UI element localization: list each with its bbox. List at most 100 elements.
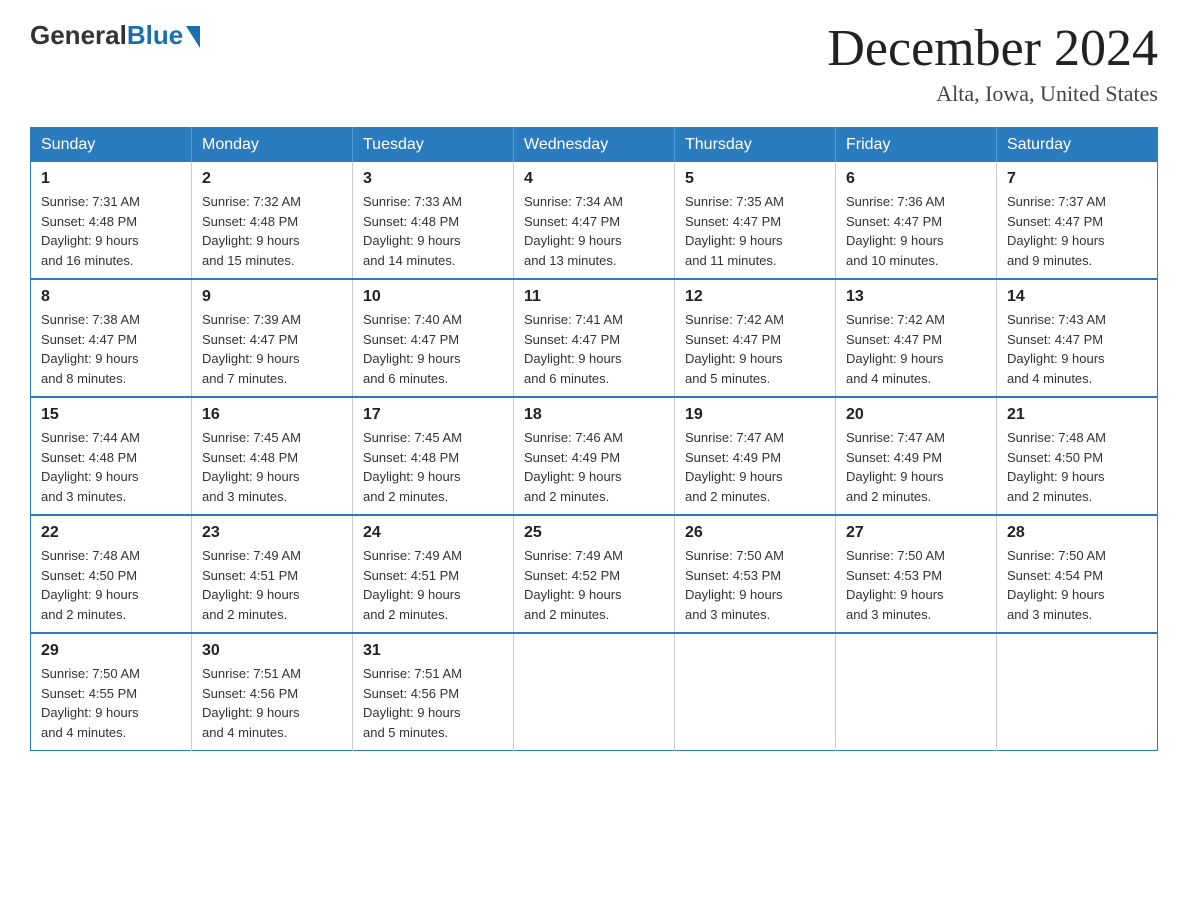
day-info: Sunrise: 7:47 AMSunset: 4:49 PMDaylight:…: [846, 430, 945, 504]
calendar-cell: 6 Sunrise: 7:36 AMSunset: 4:47 PMDayligh…: [836, 162, 997, 279]
calendar-cell: 9 Sunrise: 7:39 AMSunset: 4:47 PMDayligh…: [192, 279, 353, 397]
day-number: 22: [41, 524, 181, 542]
calendar-cell: 31 Sunrise: 7:51 AMSunset: 4:56 PMDaylig…: [353, 633, 514, 751]
day-info: Sunrise: 7:50 AMSunset: 4:53 PMDaylight:…: [846, 548, 945, 622]
day-info: Sunrise: 7:50 AMSunset: 4:53 PMDaylight:…: [685, 548, 784, 622]
calendar-cell: 24 Sunrise: 7:49 AMSunset: 4:51 PMDaylig…: [353, 515, 514, 633]
day-number: 31: [363, 642, 503, 660]
day-number: 13: [846, 288, 986, 306]
day-info: Sunrise: 7:42 AMSunset: 4:47 PMDaylight:…: [685, 312, 784, 386]
calendar-cell: 13 Sunrise: 7:42 AMSunset: 4:47 PMDaylig…: [836, 279, 997, 397]
day-number: 6: [846, 170, 986, 188]
calendar-cell: [675, 633, 836, 751]
day-number: 25: [524, 524, 664, 542]
calendar-day-header: Monday: [192, 128, 353, 163]
title-section: December 2024 Alta, Iowa, United States: [827, 20, 1158, 107]
calendar-day-header: Thursday: [675, 128, 836, 163]
logo-general-text: General: [30, 20, 127, 51]
calendar-week-row: 22 Sunrise: 7:48 AMSunset: 4:50 PMDaylig…: [31, 515, 1158, 633]
day-number: 24: [363, 524, 503, 542]
day-number: 21: [1007, 406, 1147, 424]
day-info: Sunrise: 7:49 AMSunset: 4:51 PMDaylight:…: [363, 548, 462, 622]
day-number: 16: [202, 406, 342, 424]
day-info: Sunrise: 7:36 AMSunset: 4:47 PMDaylight:…: [846, 194, 945, 268]
day-info: Sunrise: 7:46 AMSunset: 4:49 PMDaylight:…: [524, 430, 623, 504]
calendar-cell: 4 Sunrise: 7:34 AMSunset: 4:47 PMDayligh…: [514, 162, 675, 279]
day-info: Sunrise: 7:50 AMSunset: 4:55 PMDaylight:…: [41, 666, 140, 740]
logo-blue-text: Blue: [127, 20, 183, 51]
calendar-cell: 22 Sunrise: 7:48 AMSunset: 4:50 PMDaylig…: [31, 515, 192, 633]
day-info: Sunrise: 7:48 AMSunset: 4:50 PMDaylight:…: [1007, 430, 1106, 504]
calendar-week-row: 15 Sunrise: 7:44 AMSunset: 4:48 PMDaylig…: [31, 397, 1158, 515]
day-info: Sunrise: 7:37 AMSunset: 4:47 PMDaylight:…: [1007, 194, 1106, 268]
calendar-cell: 10 Sunrise: 7:40 AMSunset: 4:47 PMDaylig…: [353, 279, 514, 397]
calendar-day-header: Tuesday: [353, 128, 514, 163]
day-number: 14: [1007, 288, 1147, 306]
day-number: 20: [846, 406, 986, 424]
calendar-cell: 8 Sunrise: 7:38 AMSunset: 4:47 PMDayligh…: [31, 279, 192, 397]
calendar-cell: 29 Sunrise: 7:50 AMSunset: 4:55 PMDaylig…: [31, 633, 192, 751]
calendar-cell: 11 Sunrise: 7:41 AMSunset: 4:47 PMDaylig…: [514, 279, 675, 397]
day-number: 11: [524, 288, 664, 306]
calendar-table: SundayMondayTuesdayWednesdayThursdayFrid…: [30, 127, 1158, 751]
calendar-cell: 30 Sunrise: 7:51 AMSunset: 4:56 PMDaylig…: [192, 633, 353, 751]
day-number: 2: [202, 170, 342, 188]
day-number: 5: [685, 170, 825, 188]
day-number: 19: [685, 406, 825, 424]
calendar-cell: 15 Sunrise: 7:44 AMSunset: 4:48 PMDaylig…: [31, 397, 192, 515]
calendar-cell: [997, 633, 1158, 751]
month-title: December 2024: [827, 20, 1158, 77]
calendar-cell: [514, 633, 675, 751]
day-number: 18: [524, 406, 664, 424]
day-info: Sunrise: 7:31 AMSunset: 4:48 PMDaylight:…: [41, 194, 140, 268]
location-title: Alta, Iowa, United States: [827, 81, 1158, 107]
calendar-day-header: Wednesday: [514, 128, 675, 163]
calendar-cell: 21 Sunrise: 7:48 AMSunset: 4:50 PMDaylig…: [997, 397, 1158, 515]
day-info: Sunrise: 7:45 AMSunset: 4:48 PMDaylight:…: [202, 430, 301, 504]
day-number: 28: [1007, 524, 1147, 542]
day-number: 12: [685, 288, 825, 306]
day-info: Sunrise: 7:42 AMSunset: 4:47 PMDaylight:…: [846, 312, 945, 386]
day-number: 17: [363, 406, 503, 424]
day-number: 8: [41, 288, 181, 306]
calendar-cell: 12 Sunrise: 7:42 AMSunset: 4:47 PMDaylig…: [675, 279, 836, 397]
day-info: Sunrise: 7:43 AMSunset: 4:47 PMDaylight:…: [1007, 312, 1106, 386]
calendar-week-row: 8 Sunrise: 7:38 AMSunset: 4:47 PMDayligh…: [31, 279, 1158, 397]
page-header: General Blue December 2024 Alta, Iowa, U…: [30, 20, 1158, 107]
calendar-week-row: 1 Sunrise: 7:31 AMSunset: 4:48 PMDayligh…: [31, 162, 1158, 279]
day-info: Sunrise: 7:44 AMSunset: 4:48 PMDaylight:…: [41, 430, 140, 504]
day-number: 7: [1007, 170, 1147, 188]
day-info: Sunrise: 7:39 AMSunset: 4:47 PMDaylight:…: [202, 312, 301, 386]
day-info: Sunrise: 7:51 AMSunset: 4:56 PMDaylight:…: [202, 666, 301, 740]
day-info: Sunrise: 7:33 AMSunset: 4:48 PMDaylight:…: [363, 194, 462, 268]
day-number: 1: [41, 170, 181, 188]
calendar-cell: 2 Sunrise: 7:32 AMSunset: 4:48 PMDayligh…: [192, 162, 353, 279]
day-info: Sunrise: 7:50 AMSunset: 4:54 PMDaylight:…: [1007, 548, 1106, 622]
calendar-cell: 25 Sunrise: 7:49 AMSunset: 4:52 PMDaylig…: [514, 515, 675, 633]
day-number: 30: [202, 642, 342, 660]
calendar-cell: 17 Sunrise: 7:45 AMSunset: 4:48 PMDaylig…: [353, 397, 514, 515]
day-number: 23: [202, 524, 342, 542]
calendar-cell: 1 Sunrise: 7:31 AMSunset: 4:48 PMDayligh…: [31, 162, 192, 279]
calendar-cell: 19 Sunrise: 7:47 AMSunset: 4:49 PMDaylig…: [675, 397, 836, 515]
calendar-cell: 20 Sunrise: 7:47 AMSunset: 4:49 PMDaylig…: [836, 397, 997, 515]
calendar-header-row: SundayMondayTuesdayWednesdayThursdayFrid…: [31, 128, 1158, 163]
day-info: Sunrise: 7:51 AMSunset: 4:56 PMDaylight:…: [363, 666, 462, 740]
day-info: Sunrise: 7:32 AMSunset: 4:48 PMDaylight:…: [202, 194, 301, 268]
calendar-cell: [836, 633, 997, 751]
day-number: 10: [363, 288, 503, 306]
day-number: 4: [524, 170, 664, 188]
calendar-day-header: Saturday: [997, 128, 1158, 163]
calendar-cell: 14 Sunrise: 7:43 AMSunset: 4:47 PMDaylig…: [997, 279, 1158, 397]
day-info: Sunrise: 7:38 AMSunset: 4:47 PMDaylight:…: [41, 312, 140, 386]
calendar-cell: 16 Sunrise: 7:45 AMSunset: 4:48 PMDaylig…: [192, 397, 353, 515]
calendar-cell: 23 Sunrise: 7:49 AMSunset: 4:51 PMDaylig…: [192, 515, 353, 633]
day-info: Sunrise: 7:49 AMSunset: 4:51 PMDaylight:…: [202, 548, 301, 622]
calendar-cell: 26 Sunrise: 7:50 AMSunset: 4:53 PMDaylig…: [675, 515, 836, 633]
day-number: 15: [41, 406, 181, 424]
day-number: 29: [41, 642, 181, 660]
day-info: Sunrise: 7:47 AMSunset: 4:49 PMDaylight:…: [685, 430, 784, 504]
calendar-cell: 28 Sunrise: 7:50 AMSunset: 4:54 PMDaylig…: [997, 515, 1158, 633]
day-number: 26: [685, 524, 825, 542]
day-info: Sunrise: 7:48 AMSunset: 4:50 PMDaylight:…: [41, 548, 140, 622]
